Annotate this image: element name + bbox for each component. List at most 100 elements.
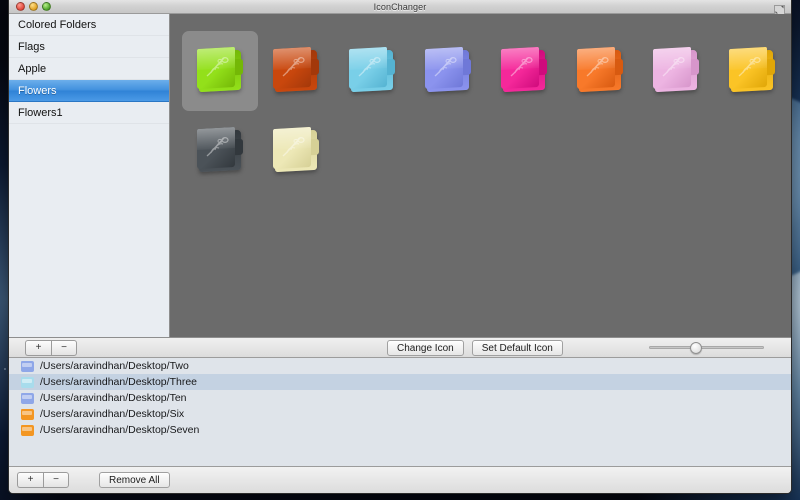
folder-rust-icon (273, 46, 319, 94)
target-file-list[interactable]: /Users/aravindhan/Desktop/Two/Users/arav… (9, 358, 791, 466)
sidebar-item-colored-folders[interactable]: Colored Folders (9, 14, 169, 36)
file-path-label: /Users/aravindhan/Desktop/Ten (40, 392, 187, 404)
icon-toolbar: + − Change Icon Set Default Icon (9, 337, 791, 358)
icon-tile-folder-charcoal[interactable] (182, 111, 258, 191)
folder-front (197, 126, 235, 170)
folder-periwinkle-icon (425, 46, 471, 94)
folder-gloss (577, 46, 615, 70)
fullscreen-arrows-icon[interactable] (774, 2, 785, 15)
icon-action-buttons: Change Icon Set Default Icon (387, 339, 563, 356)
sidebar-item-label: Apple (18, 63, 47, 75)
file-folder-icon (21, 424, 34, 436)
folder-pink-icon (653, 46, 699, 94)
icon-tile-folder-green[interactable] (182, 31, 258, 111)
folder-gloss (653, 46, 691, 70)
sidebar-item-apple[interactable]: Apple (9, 58, 169, 80)
folder-gloss (273, 46, 311, 70)
icon-tile-folder-skyblue[interactable] (334, 31, 410, 111)
folder-tab (310, 58, 319, 76)
icon-tile-folder-cream[interactable] (258, 111, 334, 191)
remove-icon-set-button[interactable]: − (51, 339, 77, 356)
sidebar-item-flowers[interactable]: Flowers (9, 80, 169, 102)
window-controls (16, 2, 51, 11)
window-title: IconChanger (373, 1, 427, 12)
folder-front (729, 46, 767, 90)
zoom-button[interactable] (42, 2, 51, 11)
folder-front (653, 46, 691, 90)
sidebar-item-label: Colored Folders (18, 19, 97, 31)
icon-add-remove-segment: + − (25, 339, 77, 356)
folder-tab (462, 58, 471, 76)
file-folder-icon (21, 408, 34, 420)
file-path-label: /Users/aravindhan/Desktop/Three (40, 376, 197, 388)
file-list-row[interactable]: /Users/aravindhan/Desktop/Seven (9, 422, 791, 438)
folder-gloss (729, 46, 767, 70)
folder-magenta-icon (501, 46, 547, 94)
folder-charcoal-icon (197, 126, 243, 174)
icon-tile-folder-yellow[interactable] (714, 31, 790, 111)
sidebar-item-flowers1[interactable]: Flowers1 (9, 102, 169, 124)
add-file-button[interactable]: + (17, 472, 43, 488)
folder-gloss (349, 46, 387, 70)
folder-front (577, 46, 615, 90)
category-sidebar: Colored Folders Flags Apple Flowers Flow… (9, 14, 170, 337)
folder-gloss (197, 126, 235, 150)
file-list-empty-area (9, 438, 791, 464)
file-folder-icon (21, 376, 34, 388)
folder-front (197, 46, 235, 90)
iconchanger-window: IconChanger Colored Folders Flags Apple … (8, 0, 792, 494)
window-titlebar[interactable]: IconChanger (9, 0, 791, 15)
folder-tab (234, 58, 243, 76)
folder-gloss (197, 46, 235, 70)
file-list-row[interactable]: /Users/aravindhan/Desktop/Ten (9, 390, 791, 406)
folder-tab (614, 58, 623, 76)
folder-skyblue-icon (349, 46, 395, 94)
folder-front (273, 126, 311, 170)
set-default-icon-button[interactable]: Set Default Icon (471, 339, 563, 356)
file-list-row[interactable]: /Users/aravindhan/Desktop/Three (9, 374, 791, 390)
folder-front (349, 46, 387, 90)
slider-track (649, 346, 764, 349)
file-add-remove-segment: + − (17, 472, 69, 488)
close-button[interactable] (16, 2, 25, 11)
icon-preview-pane (170, 14, 791, 337)
file-list-toolbar: + − Remove All (9, 466, 791, 493)
folder-orange-icon (577, 46, 623, 94)
folder-gloss (425, 46, 463, 70)
change-icon-button[interactable]: Change Icon (387, 339, 464, 356)
folder-gloss (501, 46, 539, 70)
folder-front (501, 46, 539, 90)
icon-tile-folder-rust[interactable] (258, 31, 334, 111)
file-path-label: /Users/aravindhan/Desktop/Seven (40, 424, 200, 436)
sidebar-item-label: Flags (18, 41, 45, 53)
sidebar-item-label: Flowers1 (18, 107, 63, 119)
sidebar-empty-area (9, 124, 169, 337)
sidebar-item-flags[interactable]: Flags (9, 36, 169, 58)
folder-front (273, 46, 311, 90)
minimize-button[interactable] (29, 2, 38, 11)
main-split: Colored Folders Flags Apple Flowers Flow… (9, 14, 791, 337)
star (4, 368, 6, 370)
folder-gloss (273, 126, 311, 150)
file-path-label: /Users/aravindhan/Desktop/Six (40, 408, 185, 420)
folder-tab (690, 58, 699, 76)
icon-size-slider[interactable] (649, 340, 764, 356)
icon-tile-folder-magenta[interactable] (486, 31, 562, 111)
add-icon-set-button[interactable]: + (25, 339, 51, 356)
remove-file-button[interactable]: − (43, 472, 69, 488)
icon-tile-folder-periwinkle[interactable] (410, 31, 486, 111)
icon-tile-folder-pink[interactable] (638, 31, 714, 111)
folder-tab (386, 58, 395, 76)
sidebar-item-label: Flowers (18, 85, 57, 97)
icon-tile-folder-orange[interactable] (562, 31, 638, 111)
folder-front (425, 46, 463, 90)
slider-knob[interactable] (690, 341, 703, 354)
file-list-row[interactable]: /Users/aravindhan/Desktop/Two (9, 358, 791, 374)
file-list-row[interactable]: /Users/aravindhan/Desktop/Six (9, 406, 791, 422)
file-path-label: /Users/aravindhan/Desktop/Two (40, 360, 189, 372)
folder-cream-icon (273, 126, 319, 174)
folder-tab (310, 138, 319, 156)
remove-all-button[interactable]: Remove All (99, 472, 170, 488)
file-folder-icon (21, 360, 34, 372)
folder-green-icon (197, 46, 243, 94)
